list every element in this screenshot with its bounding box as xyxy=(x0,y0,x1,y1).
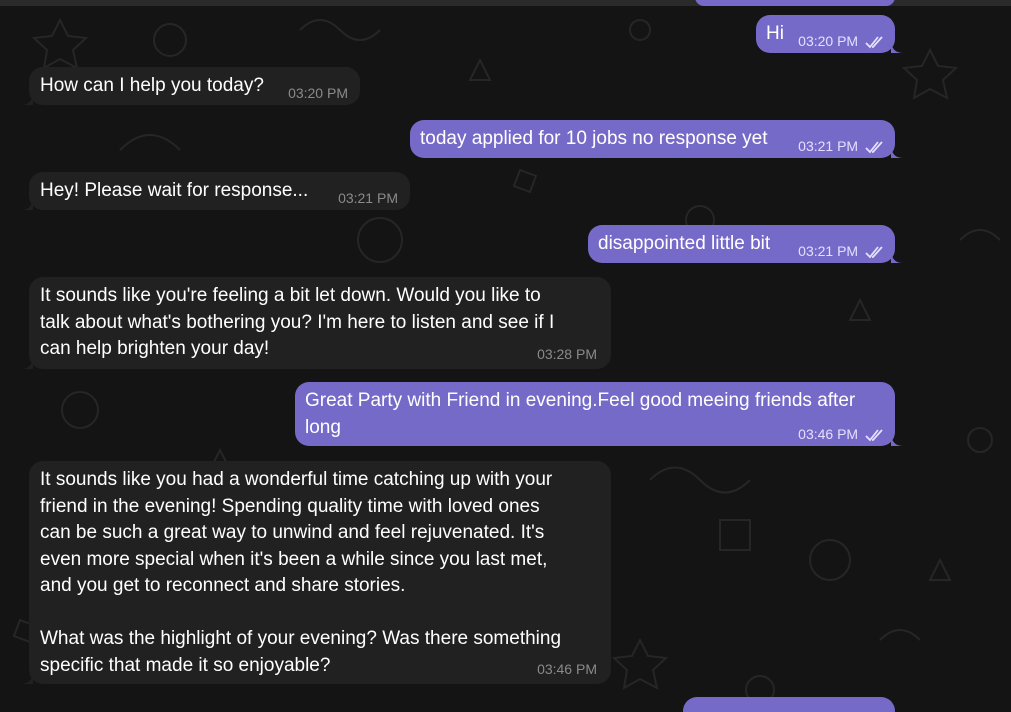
chat-history[interactable]: Hi 03:20 PM How can I help you today? 03… xyxy=(0,0,1011,712)
message-outgoing[interactable]: Great Party with Friend in evening.Feel … xyxy=(295,382,903,446)
message-time: 03:21 PM xyxy=(798,138,859,154)
message-incoming[interactable]: How can I help you today? 03:20 PM xyxy=(21,67,360,105)
message-time: 03:20 PM xyxy=(288,85,348,101)
bubble-tail xyxy=(21,91,33,105)
message-meta: 03:46 PM xyxy=(537,661,597,677)
message-text: disappointed little bit xyxy=(598,233,771,254)
message-outgoing[interactable]: today applied for 10 jobs no response ye… xyxy=(410,120,903,158)
message-incoming[interactable]: Hey! Please wait for response... 03:21 P… xyxy=(21,172,410,210)
bubble-tail xyxy=(21,670,33,684)
read-double-check-icon xyxy=(865,429,883,442)
message-time: 03:21 PM xyxy=(798,243,859,259)
read-double-check-icon xyxy=(865,36,883,49)
bubble-tail xyxy=(21,196,33,210)
message-time: 03:20 PM xyxy=(798,33,859,49)
message-text: It sounds like you're feeling a bit let … xyxy=(40,285,555,359)
message-text: today applied for 10 jobs no response ye… xyxy=(420,128,768,149)
message-bubble-partial-top xyxy=(695,0,895,6)
message-time: 03:46 PM xyxy=(537,661,597,677)
message-outgoing[interactable]: Hi 03:20 PM xyxy=(756,15,903,53)
bubble-tail xyxy=(891,39,903,53)
bubble-tail xyxy=(891,144,903,158)
message-meta: 03:21 PM xyxy=(798,243,885,259)
read-double-check-icon xyxy=(865,141,883,154)
message-text: Hey! Please wait for response... xyxy=(40,180,309,201)
message-time: 03:28 PM xyxy=(537,346,597,362)
bubble-tail xyxy=(891,432,903,446)
message-meta: 03:46 PM xyxy=(798,426,885,442)
bubble-tail xyxy=(891,249,903,263)
message-incoming[interactable]: It sounds like you're feeling a bit let … xyxy=(21,277,611,369)
message-time: 03:21 PM xyxy=(338,190,398,206)
message-text: Great Party with Friend in evening.Feel … xyxy=(305,390,856,438)
message-meta: 03:20 PM xyxy=(288,85,348,101)
message-text: How can I help you today? xyxy=(40,75,264,96)
bubble-tail xyxy=(21,355,33,369)
message-time: 03:46 PM xyxy=(798,426,859,442)
message-outgoing[interactable]: disappointed little bit 03:21 PM xyxy=(588,225,903,263)
message-bubble-partial-bottom xyxy=(683,697,895,712)
message-meta: 03:28 PM xyxy=(537,346,597,362)
message-text: Hi xyxy=(766,23,784,44)
message-text: It sounds like you had a wonderful time … xyxy=(40,469,562,676)
message-meta: 03:20 PM xyxy=(798,33,885,49)
message-incoming[interactable]: It sounds like you had a wonderful time … xyxy=(21,461,611,684)
read-double-check-icon xyxy=(865,246,883,259)
message-meta: 03:21 PM xyxy=(338,190,398,206)
message-meta: 03:21 PM xyxy=(798,138,885,154)
